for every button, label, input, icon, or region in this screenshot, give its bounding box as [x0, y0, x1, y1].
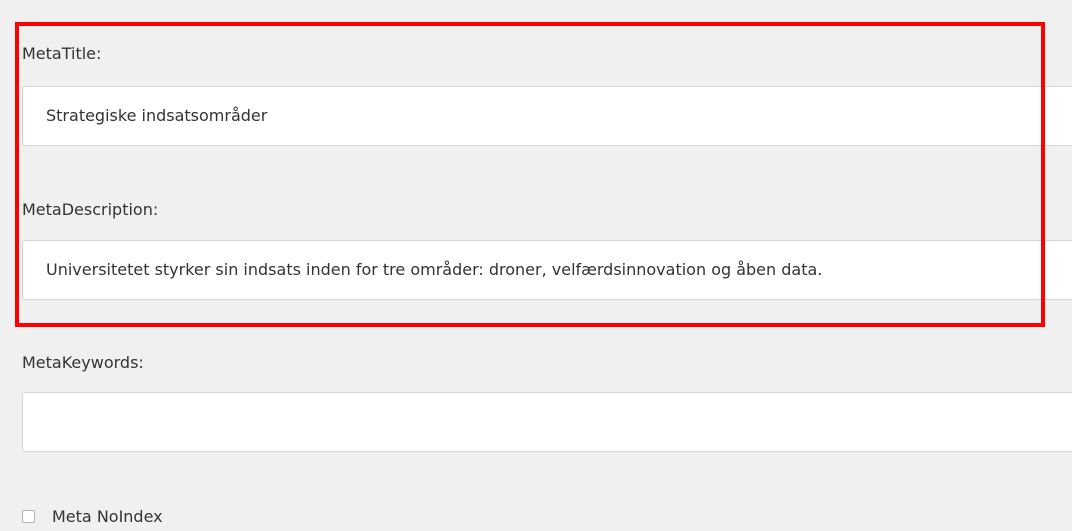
meta-description-input[interactable]: Universitetet styrker sin indsats inden … [22, 240, 1072, 300]
meta-noindex-checkbox[interactable] [22, 509, 35, 523]
meta-title-label: MetaTitle: [22, 44, 102, 63]
meta-keywords-label: MetaKeywords: [22, 353, 144, 372]
meta-noindex-label[interactable]: Meta NoIndex [52, 507, 163, 526]
meta-keywords-input[interactable] [22, 392, 1072, 452]
meta-title-input[interactable]: Strategiske indsatsområder [22, 86, 1072, 146]
meta-settings-form: MetaTitle: Strategiske indsatsområder Me… [0, 0, 1072, 531]
meta-description-label: MetaDescription: [22, 200, 159, 219]
meta-noindex-row[interactable]: Meta NoIndex [22, 505, 163, 527]
